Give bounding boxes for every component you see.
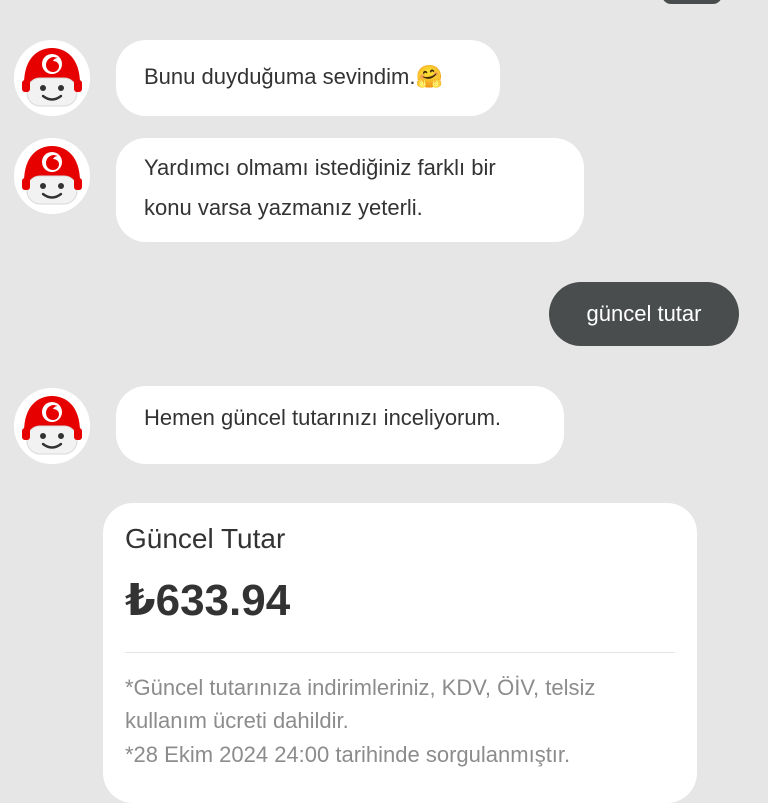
- vodafone-tobi-avatar-icon: [14, 138, 90, 214]
- vodafone-tobi-avatar-icon: [14, 388, 90, 464]
- bot-message-line: konu varsa yazmanız yeterli.: [144, 195, 423, 220]
- bot-message-text: Hemen güncel tutarınızı inceliyorum.: [144, 405, 502, 430]
- bot-message-text: Bunu duyduğuma sevindim.🤗: [144, 64, 443, 89]
- card-note-line: *Güncel tutarınıza indirimleriniz, KDV, …: [125, 675, 596, 700]
- bot-avatar: [14, 138, 90, 214]
- card-note-line: kullanım ücreti dahildir.: [125, 708, 349, 733]
- user-message-text: güncel tutar: [586, 301, 702, 326]
- bot-message-line: Yardımcı olmamı istediğiniz farklı bir: [144, 155, 496, 180]
- bot-avatar: [14, 388, 90, 464]
- bot-avatar: [14, 40, 90, 116]
- card-note-line: *28 Ekim 2024 24:00 tarihinde sorgulanmı…: [125, 742, 571, 767]
- user-message: güncel tutar: [549, 282, 739, 346]
- bot-message: Hemen güncel tutarınızı inceliyorum.: [116, 386, 564, 464]
- previous-message-bubble-edge: [662, 0, 722, 4]
- vodafone-tobi-avatar-icon: [14, 40, 90, 116]
- current-amount-value: ₺633.94: [125, 576, 291, 625]
- card-divider: [125, 652, 675, 653]
- bot-message: Bunu duyduğuma sevindim.🤗: [116, 40, 500, 116]
- card-title: Güncel Tutar: [125, 523, 286, 554]
- bot-message: Yardımcı olmamı istediğiniz farklı bir k…: [116, 138, 584, 242]
- current-amount-card: Güncel Tutar ₺633.94 *Güncel tutarınıza …: [103, 503, 697, 803]
